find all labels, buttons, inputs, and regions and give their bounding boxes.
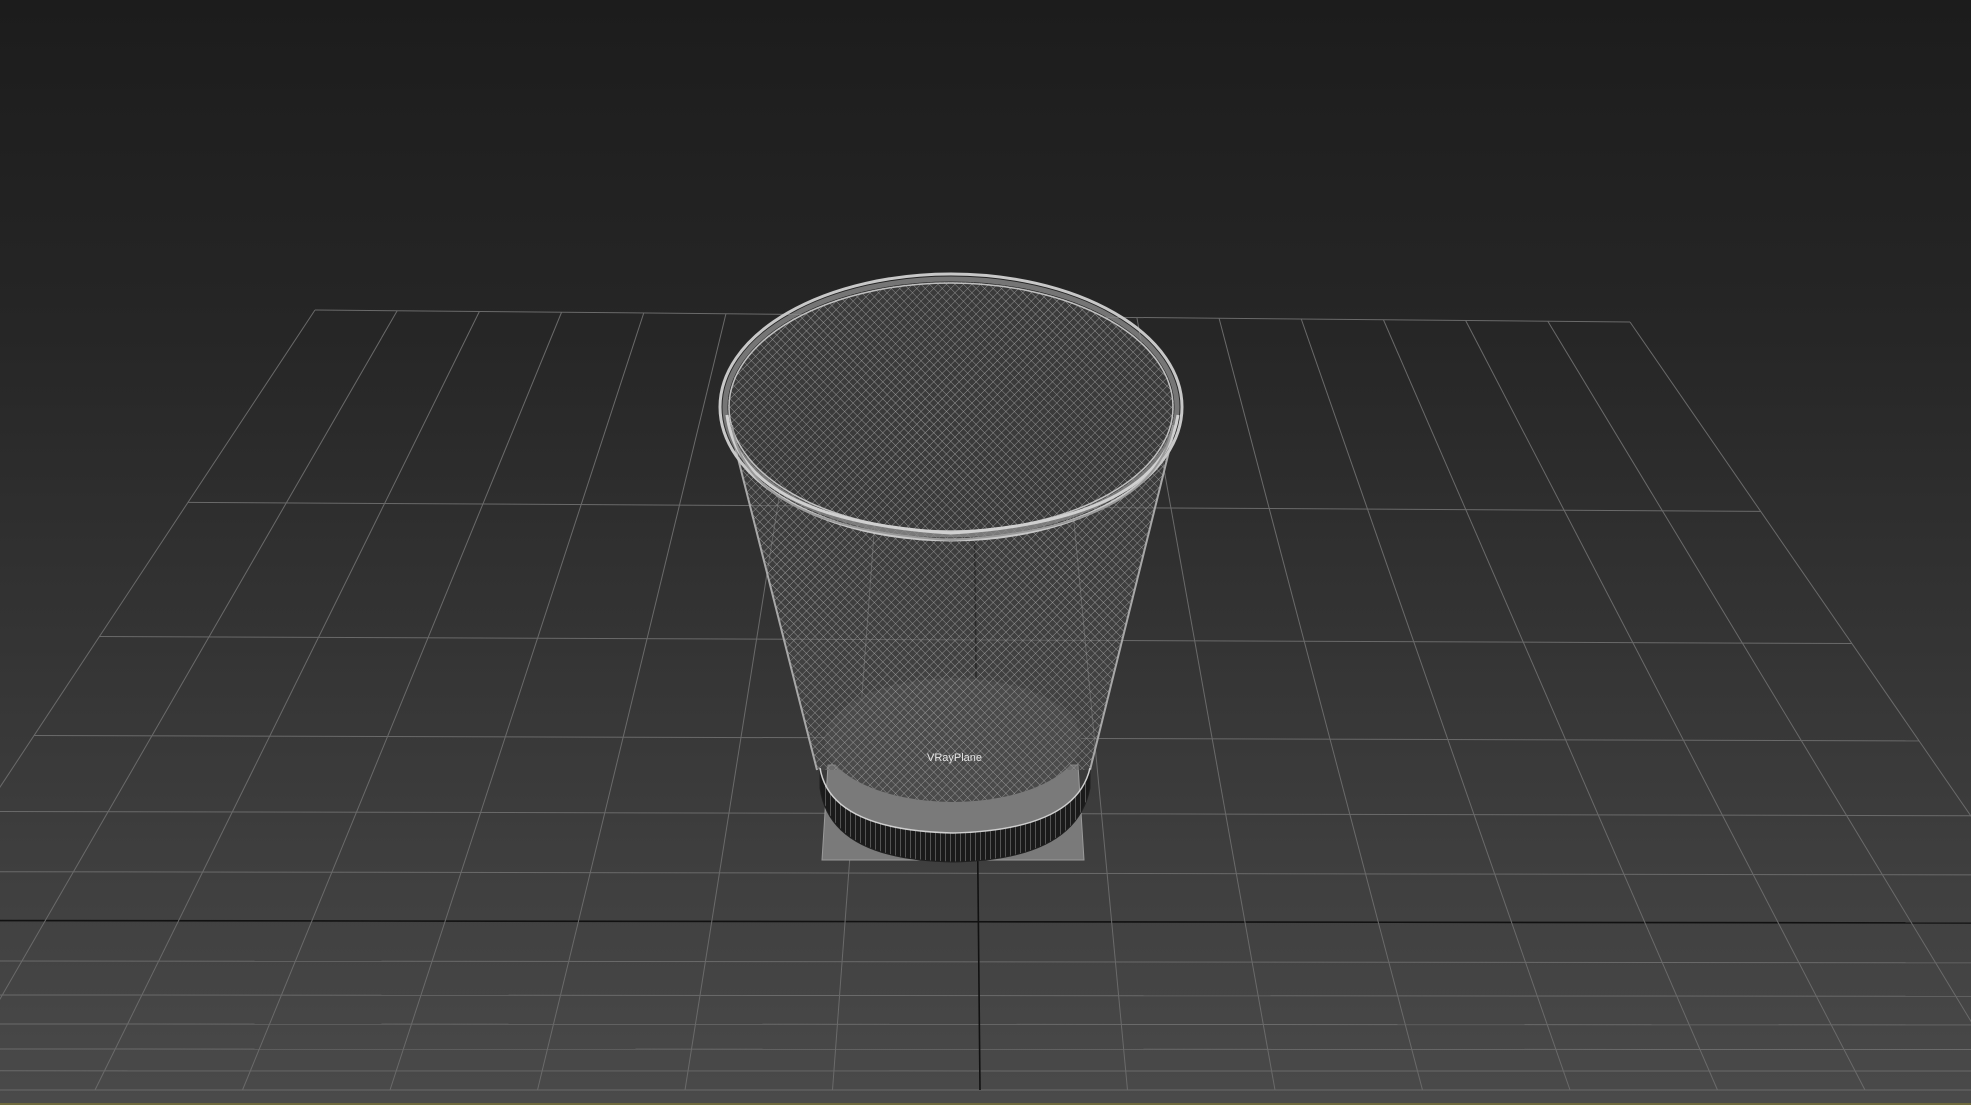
grid-line (537, 313, 727, 1091)
grid-line (1547, 320, 1971, 1023)
grid-line (1218, 318, 1423, 1091)
wastebasket-mesh[interactable] (700, 280, 1220, 810)
grid-line (0, 1023, 1971, 1026)
grid-line (0, 1048, 1971, 1051)
grid-line (0, 310, 398, 1001)
grid-line (1382, 319, 1718, 1091)
grid-line (389, 312, 645, 1091)
grid-line (94, 311, 480, 1091)
grid-line (1300, 318, 1571, 1091)
3d-viewport[interactable]: VRayPlane (0, 0, 1971, 1105)
grid-line (0, 994, 1971, 997)
grid-line (0, 309, 316, 788)
grid-line (0, 871, 1971, 876)
viewport-scene[interactable]: VRayPlane (0, 0, 1971, 1105)
object-label-vrayplane: VRayPlane (927, 752, 982, 764)
grid-line (242, 312, 563, 1091)
grid-axis-line (0, 919, 1971, 924)
grid-line (1629, 321, 1971, 818)
grid-line (1465, 320, 1866, 1091)
